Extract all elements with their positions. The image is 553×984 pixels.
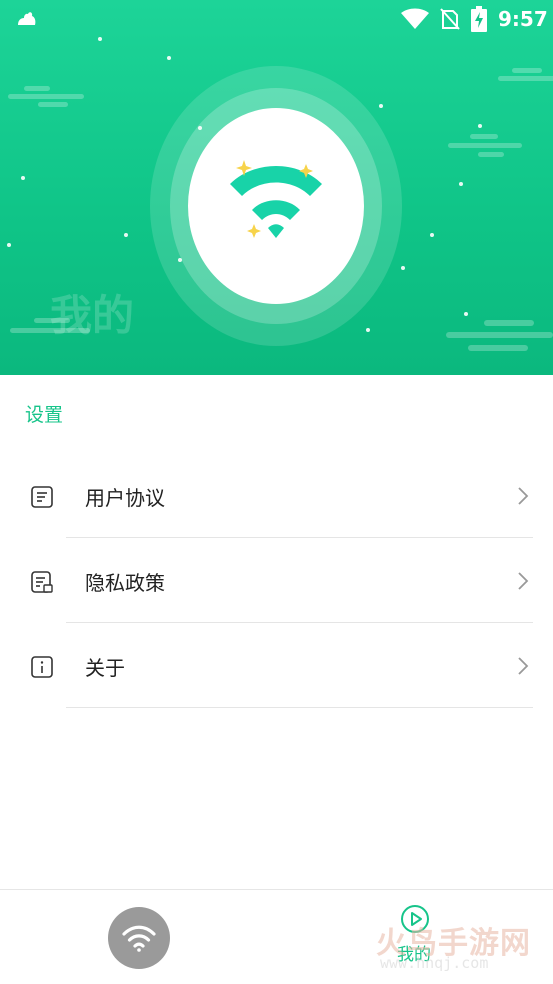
profile-header: 9:57 我的 [0,0,553,375]
privacy-policy-row[interactable]: 隐私政策 [0,539,553,623]
divider [66,537,533,538]
user-agreement-label: 用户协议 [85,486,165,510]
no-sim-icon [440,8,460,30]
cloud-decoration-icon [498,68,553,81]
privacy-policy-label: 隐私政策 [85,571,165,595]
page-title: 我的 [50,291,135,340]
star-dot [478,124,482,128]
about-label: 关于 [85,656,125,680]
site-watermark: 火鸟手游网 www.hnqj.com [376,918,544,974]
user-agreement-row[interactable]: 用户协议 [0,454,553,538]
wifi-icon [122,925,156,952]
clock: 9:57 [498,7,548,31]
nav-tab-wifi[interactable] [108,907,170,969]
privacy-document-icon [31,571,53,593]
wifi-logo-icon [230,160,322,238]
star-dot [7,243,11,247]
star-dot [459,182,463,186]
about-row[interactable]: 关于 [0,624,553,708]
notification-icon [18,12,36,25]
battery-charging-icon [471,6,487,32]
bottom-navigation: 我的 火鸟手游网 www.hnqj.com [0,889,553,984]
divider [66,622,533,623]
cloud-decoration-icon [446,320,553,351]
chevron-right-icon [518,657,529,675]
star-dot [430,233,434,237]
cloud-decoration-icon [8,86,84,107]
settings-section-title: 设置 [25,404,64,426]
star-dot [167,56,171,60]
star-dot [21,176,25,180]
star-dot [464,312,468,316]
star-dot [366,328,370,332]
document-icon [31,486,53,508]
divider [66,707,533,708]
star-dot [379,104,383,108]
star-dot [401,266,405,270]
chevron-right-icon [518,572,529,590]
info-icon [31,656,53,678]
cloud-decoration-icon [448,134,522,157]
star-dot [124,233,128,237]
chevron-right-icon [518,487,529,505]
star-dot [98,37,102,41]
wifi-signal-icon [401,8,429,29]
watermark-url: www.hnqj.com [380,954,489,972]
status-bar: 9:57 [0,0,553,38]
